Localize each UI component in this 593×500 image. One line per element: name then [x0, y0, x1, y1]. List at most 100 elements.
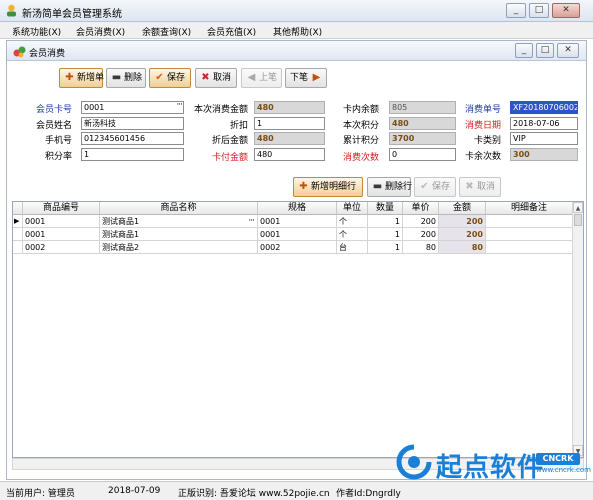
close-icon: ✖	[201, 72, 210, 83]
minus-icon: ▬	[111, 72, 122, 83]
table-cell[interactable]: 200	[403, 215, 439, 228]
card-no-label: 会员卡号	[35, 105, 72, 115]
remaining-times-label: 卡余次数	[464, 152, 501, 162]
card-pay-input[interactable]: 480	[254, 148, 325, 161]
brand-url: www.cncrk.com	[536, 466, 591, 474]
col-header-code[interactable]: 商品编号	[23, 202, 100, 215]
plus-icon: ✚	[299, 181, 308, 192]
minimize-button[interactable]: _	[506, 3, 526, 18]
menu-system[interactable]: 系统功能(X)	[12, 25, 61, 38]
col-header-qty[interactable]: 数量	[368, 202, 403, 215]
col-header-amount[interactable]: 金额	[439, 202, 486, 215]
total-points-field: 3700	[389, 132, 456, 145]
card-type-field[interactable]: VIP	[510, 132, 578, 145]
table-cell[interactable]	[486, 228, 573, 241]
table-cell[interactable]: 个	[337, 228, 368, 241]
table-cell[interactable]: 1	[368, 228, 403, 241]
col-header-remark[interactable]: 明细备注	[486, 202, 573, 215]
order-date-label: 消费日期	[464, 121, 501, 131]
discount-input[interactable]: 1	[254, 117, 325, 130]
rate-input[interactable]: 1	[81, 148, 184, 161]
phone-input[interactable]: 012345601456	[81, 132, 184, 145]
phone-label: 手机号	[44, 136, 72, 146]
table-cell[interactable]: 测试商品1	[100, 228, 258, 241]
child-minimize-button[interactable]: _	[515, 43, 533, 58]
table-cell[interactable]: 测试商品2	[100, 241, 258, 254]
prev-icon: ◀	[247, 72, 256, 83]
times-label: 消费次数	[342, 153, 379, 163]
table-cell[interactable]: 台	[337, 241, 368, 254]
consume-amount-field: 480	[254, 101, 325, 114]
table-cell[interactable]: 80	[403, 241, 439, 254]
app-title-bar: 新汤简单会员管理系统 _ □ ✕	[0, 0, 593, 22]
rate-label: 积分率	[44, 152, 72, 162]
table-cell[interactable]: 0001	[258, 228, 337, 241]
consume-amount-label: 本次消费金额	[193, 105, 248, 115]
table-cell[interactable]: 0001	[23, 215, 100, 228]
prev-record-button[interactable]: ◀ 上笔	[241, 68, 282, 88]
times-input[interactable]: 0	[389, 148, 456, 161]
new-order-button[interactable]: ✚ 新增单	[59, 68, 104, 88]
table-cell[interactable]: 0002	[23, 241, 100, 254]
vertical-scrollbar[interactable]: ▲ ▼	[572, 202, 583, 457]
row-indicator-header	[13, 202, 23, 215]
delete-detail-row-button[interactable]: ▬ 删除行	[367, 177, 412, 197]
table-cell[interactable]	[486, 241, 573, 254]
status-date: 2018-07-09	[108, 486, 161, 496]
table-cell[interactable]: 200	[403, 228, 439, 241]
table-cell[interactable]: 1	[368, 215, 403, 228]
plus-icon: ✚	[65, 72, 74, 83]
close-icon: ✖	[465, 181, 474, 192]
current-row-icon: ▶	[13, 215, 23, 228]
add-detail-row-button[interactable]: ✚ 新增明细行	[293, 177, 363, 197]
col-header-spec[interactable]: 规格	[258, 202, 337, 215]
save-detail-button[interactable]: ✔ 保存	[414, 177, 456, 197]
app-title: 新汤简单会员管理系统	[22, 9, 122, 20]
menu-bar: 系统功能(X) 会员消费(X) 余额查询(X) 会员充值(X) 其他帮助(X)	[0, 22, 593, 39]
child-title: 会员消费	[29, 49, 66, 59]
menu-consume[interactable]: 会员消费(X)	[76, 25, 125, 38]
discount-label: 折扣	[229, 121, 248, 131]
brand-badge: CNCRK	[536, 453, 580, 465]
col-header-price[interactable]: 单价	[403, 202, 439, 215]
check-icon: ✔	[155, 72, 164, 83]
total-points-label: 累计积分	[342, 136, 379, 146]
scroll-up-icon[interactable]: ▲	[573, 202, 583, 213]
points-label: 本次积分	[342, 121, 379, 131]
next-record-button[interactable]: 下笔 ▶	[285, 68, 327, 88]
close-button[interactable]: ✕	[552, 3, 580, 18]
menu-recharge[interactable]: 会员充值(X)	[207, 25, 256, 38]
table-cell: 80	[439, 241, 486, 254]
table-cell[interactable]: 0001	[23, 228, 100, 241]
col-header-unit[interactable]: 单位	[337, 202, 368, 215]
order-date-input[interactable]: 2018-07-06	[510, 117, 578, 130]
scroll-thumb[interactable]	[574, 214, 582, 226]
table-cell[interactable]	[486, 215, 573, 228]
card-no-input[interactable]: 0001 ···	[81, 101, 184, 114]
table-cell[interactable]: 个	[337, 215, 368, 228]
order-no-field[interactable]: XF20180706002	[510, 101, 578, 114]
col-header-name[interactable]: 商品名称	[100, 202, 258, 215]
table-cell[interactable]: 测试商品1 ···	[100, 215, 258, 228]
maximize-button[interactable]: □	[529, 3, 549, 18]
save-button[interactable]: ✔ 保存	[149, 68, 191, 88]
table-cell[interactable]: 0002	[258, 241, 337, 254]
child-maximize-button[interactable]: □	[536, 43, 554, 58]
table-cell[interactable]: 0001	[258, 215, 337, 228]
menu-balance[interactable]: 余额查询(X)	[142, 25, 191, 38]
cancel-button[interactable]: ✖ 取消	[195, 68, 237, 88]
card-type-label: 卡类别	[473, 136, 501, 146]
delete-button[interactable]: ▬ 删除	[106, 68, 146, 88]
name-input[interactable]: 新汤科技	[81, 117, 184, 130]
order-no-label: 消费单号	[464, 105, 501, 115]
status-bar: 当前用户: 管理员 2018-07-09 正版识别: 吾爱论坛 www.52po…	[0, 481, 593, 500]
brand-logo-text: 起点软件	[436, 453, 545, 483]
lookup-icon[interactable]: ···	[248, 215, 255, 227]
menu-help[interactable]: 其他帮助(X)	[273, 25, 322, 38]
row-indicator	[13, 241, 23, 254]
table-cell[interactable]: 1	[368, 241, 403, 254]
child-close-button[interactable]: ✕	[557, 43, 579, 58]
cancel-detail-button[interactable]: ✖ 取消	[459, 177, 501, 197]
lookup-icon[interactable]: ···	[176, 102, 183, 111]
card-pay-label: 卡付金额	[211, 153, 248, 163]
